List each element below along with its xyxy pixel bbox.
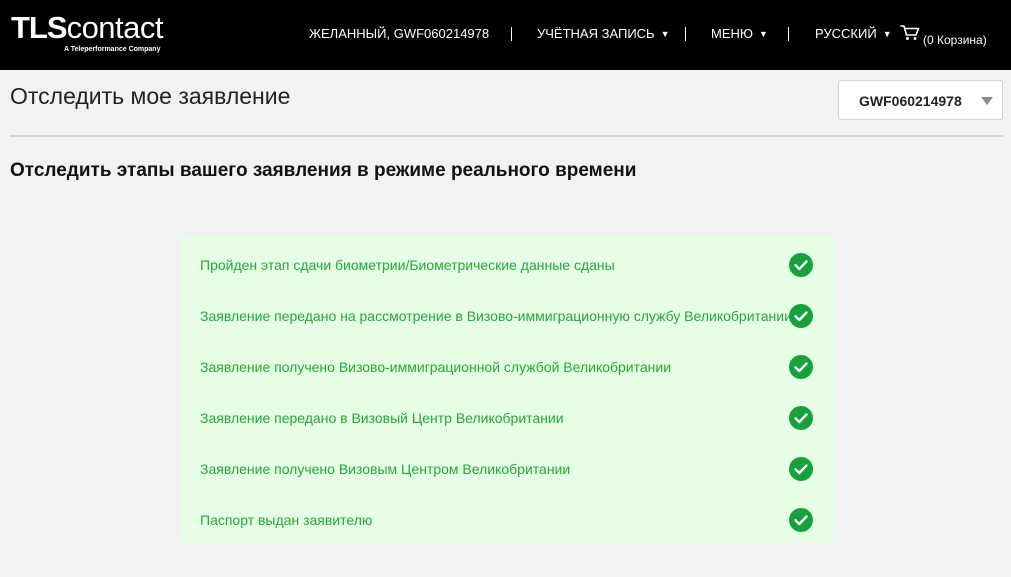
caret-down-icon: ▼ <box>882 29 892 39</box>
check-circle-icon <box>789 304 813 328</box>
dropdown-arrow-icon <box>981 97 993 105</box>
status-label: Заявление получено Визовым Центром Велик… <box>200 461 571 477</box>
top-navigation-bar: TLScontact A Teleperformance Company ЖЕЛ… <box>0 0 1011 70</box>
nav-divider <box>788 27 789 41</box>
check-circle-icon <box>789 253 813 277</box>
caret-down-icon: ▼ <box>660 29 670 39</box>
cart-count-label: (0 Корзина) <box>923 33 987 47</box>
title-divider <box>10 135 1003 137</box>
nav-divider <box>685 27 686 41</box>
user-greeting: ЖЕЛАННЫЙ, GWF060214978 <box>309 26 490 41</box>
cart-link[interactable]: (0 Корзина) <box>900 24 987 47</box>
status-item: Заявление передано в Визовый Центр Велик… <box>180 391 834 442</box>
status-item: Пройден этап сдачи биометрии/Биометричес… <box>180 238 834 289</box>
application-number-select[interactable]: GWF060214978 <box>838 80 1003 120</box>
status-label: Заявление получено Визово-иммиграционной… <box>200 359 672 375</box>
shopping-cart-icon <box>900 24 920 45</box>
nav-divider <box>511 27 512 41</box>
application-status-list: Пройден этап сдачи биометрии/Биометричес… <box>180 236 834 542</box>
caret-down-icon: ▼ <box>759 29 768 39</box>
language-label: РУССКИЙ <box>815 26 877 41</box>
status-label: Заявление передано в Визовый Центр Велик… <box>200 410 564 426</box>
check-circle-icon <box>789 355 813 379</box>
language-selector[interactable]: РУССКИЙ ▼ <box>815 26 892 42</box>
check-circle-icon <box>789 508 813 532</box>
check-circle-icon <box>789 406 813 430</box>
check-circle-icon <box>789 457 813 481</box>
application-number-value: GWF060214978 <box>859 93 962 109</box>
account-menu-label: УЧЁТНАЯ ЗАПИСЬ <box>537 26 655 41</box>
tracking-section-heading: Отследить этапы вашего заявления в режим… <box>10 160 637 181</box>
status-item: Паспорт выдан заявителю <box>180 493 834 544</box>
main-menu[interactable]: МЕНЮ ▼ <box>711 26 768 42</box>
status-label: Заявление передано на рассмотрение в Виз… <box>200 308 792 324</box>
main-menu-label: МЕНЮ <box>711 26 754 41</box>
page-title: Отследить мое заявление <box>10 83 291 109</box>
status-item: Заявление получено Визово-иммиграционной… <box>180 340 834 391</box>
status-label: Пройден этап сдачи биометрии/Биометричес… <box>200 257 615 273</box>
status-item: Заявление передано на рассмотрение в Виз… <box>180 289 834 340</box>
logo-tagline: A Teleperformance Company <box>64 46 161 53</box>
header-nav: ЖЕЛАННЫЙ, GWF060214978 УЧЁТНАЯ ЗАПИСЬ ▼ М… <box>0 24 1011 47</box>
account-menu[interactable]: УЧЁТНАЯ ЗАПИСЬ ▼ <box>537 26 670 42</box>
status-item: Заявление получено Визовым Центром Велик… <box>180 442 834 493</box>
status-label: Паспорт выдан заявителю <box>200 512 373 528</box>
